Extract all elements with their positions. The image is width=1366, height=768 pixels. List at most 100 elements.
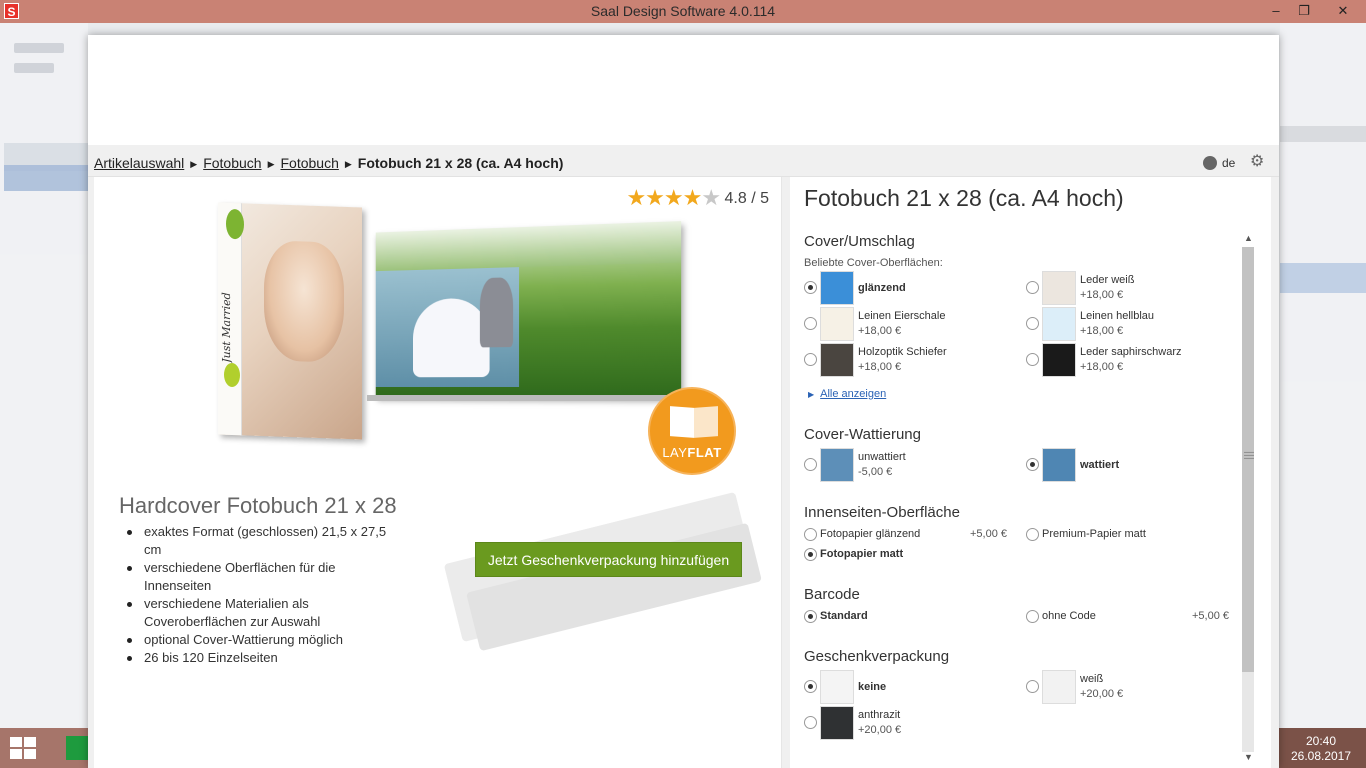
option-label: unwattiert <box>858 451 906 463</box>
breadcrumb-separator-icon: ▶ <box>190 159 198 169</box>
option-price: +5,00 € <box>970 528 1008 540</box>
cover-option-leder-weiss[interactable]: Leder weiß +18,00 € <box>1026 271 1236 305</box>
gift-option-weiss[interactable]: weiß +20,00 € <box>1026 670 1236 704</box>
desktop: S Saal Design Software 4.0.114 – ❐ ✕ 20:… <box>0 0 1366 768</box>
radio-button[interactable] <box>804 610 817 623</box>
close-button[interactable]: ✕ <box>1326 1 1360 21</box>
config-scroll-area: Cover/Umschlag Beliebte Cover-Oberfläche… <box>790 229 1250 768</box>
swatch <box>820 670 854 704</box>
radio-button[interactable] <box>1026 610 1039 623</box>
breadcrumb-separator-icon: ▶ <box>267 159 275 169</box>
background-left-pane <box>0 23 88 728</box>
breadcrumb-link-artikelauswahl[interactable]: Artikelauswahl <box>94 155 184 171</box>
breadcrumb-bar: Artikelauswahl ▶ Fotobuch ▶ Fotobuch ▶ Fotobuc… <box>88 145 1279 177</box>
option-label: weiß <box>1080 673 1104 685</box>
option-label: Fotopapier glänzend <box>820 528 921 540</box>
gift-option-keine[interactable]: keine <box>804 670 1014 704</box>
inner-option-premium-papier-matt[interactable]: Premium-Papier matt <box>1026 526 1226 544</box>
config-title: Fotobuch 21 x 28 (ca. A4 hoch) <box>804 185 1124 211</box>
radio-button[interactable] <box>804 281 817 294</box>
radio-button[interactable] <box>1026 458 1039 471</box>
globe-icon[interactable] <box>1203 156 1217 170</box>
radio-button[interactable] <box>804 528 817 541</box>
restore-button[interactable]: ❐ <box>1290 1 1318 21</box>
section-title-padding: Cover-Wattierung <box>804 426 921 443</box>
section-title-barcode: Barcode <box>804 586 860 603</box>
cover-option-glaenzend[interactable]: glänzend <box>804 271 1014 305</box>
gift-option-anthrazit[interactable]: anthrazit +20,00 € <box>804 706 1014 740</box>
radio-button[interactable] <box>804 716 817 729</box>
configuration-panel: Fotobuch 21 x 28 (ca. A4 hoch) Cover/Ums… <box>790 177 1271 768</box>
open-book-image <box>375 221 682 398</box>
barcode-option-standard[interactable]: Standard <box>804 608 1004 626</box>
cover-option-leinen-hellblau[interactable]: Leinen hellblau +18,00 € <box>1026 307 1236 341</box>
windows-start-icon[interactable] <box>10 737 38 761</box>
system-clock[interactable]: 20:40 26.08.2017 <box>1276 728 1366 768</box>
product-title: Hardcover Fotobuch 21 x 28 <box>119 493 397 518</box>
config-scrollbar[interactable]: ▲ — — — ▼ <box>1240 229 1256 768</box>
option-label: Leder saphirschwarz <box>1080 346 1182 358</box>
padding-option-wattiert[interactable]: wattiert <box>1026 448 1236 482</box>
radio-button[interactable] <box>804 458 817 471</box>
product-image: Just Married LAYFLAT <box>212 197 736 475</box>
minimize-button[interactable]: – <box>1262 1 1290 21</box>
swatch <box>820 343 854 377</box>
add-gift-wrap-button[interactable]: Jetzt Geschenkverpackung hinzufügen <box>475 542 742 577</box>
barcode-option-ohne-code[interactable]: ohne Code +5,00 € <box>1026 608 1232 626</box>
swatch <box>1042 343 1076 377</box>
option-price: +5,00 € <box>1192 610 1230 622</box>
section-subtitle-cover: Beliebte Cover-Oberflächen: <box>804 257 943 269</box>
cover-option-leder-saphirschwarz[interactable]: Leder saphirschwarz +18,00 € <box>1026 343 1236 377</box>
language-selector[interactable]: de <box>1222 156 1235 170</box>
radio-button[interactable] <box>804 317 817 330</box>
scroll-up-icon[interactable]: ▲ <box>1244 233 1253 243</box>
inner-option-fotopapier-glaenzend[interactable]: Fotopapier glänzend +5,00 € <box>804 526 1010 544</box>
option-price: -5,00 € <box>858 466 893 478</box>
section-title-inner: Innenseiten-Oberfläche <box>804 504 960 521</box>
breadcrumb-link-fotobuch[interactable]: Fotobuch <box>203 155 261 171</box>
scroll-down-icon[interactable]: ▼ <box>1244 752 1253 762</box>
section-title-gift: Geschenkverpackung <box>804 648 950 665</box>
gear-icon[interactable]: ⚙ <box>1250 154 1266 170</box>
option-price: +18,00 € <box>858 325 902 337</box>
option-label: Leinen hellblau <box>1080 310 1155 322</box>
product-preview-panel: ★★★★★ 4.8 / 5 Just Married LAYFLAT Hardc… <box>94 177 782 768</box>
radio-button[interactable] <box>1026 353 1039 366</box>
swatch <box>820 307 854 341</box>
option-price: +20,00 € <box>1080 688 1124 700</box>
padding-option-unwattiert[interactable]: unwattiert -5,00 € <box>804 448 1014 482</box>
radio-button[interactable] <box>804 548 817 561</box>
scroll-grip-icon: — — — <box>1244 447 1254 464</box>
window-title: Saal Design Software 4.0.114 <box>590 3 776 19</box>
radio-button[interactable] <box>804 680 817 693</box>
option-price: +18,00 € <box>1080 289 1124 301</box>
store-icon[interactable] <box>66 736 90 760</box>
option-label: Premium-Papier matt <box>1042 528 1146 540</box>
option-label: glänzend <box>858 282 906 294</box>
radio-button[interactable] <box>1026 317 1039 330</box>
feature-item: verschiedene Oberflächen für die Innense… <box>124 559 404 595</box>
radio-button[interactable] <box>1026 528 1039 541</box>
option-price: +20,00 € <box>858 724 902 736</box>
cover-option-holzoptik-schiefer[interactable]: Holzoptik Schiefer +18,00 € <box>804 343 1014 377</box>
cover-option-leinen-eierschale[interactable]: Leinen Eierschale +18,00 € <box>804 307 1014 341</box>
radio-button[interactable] <box>804 353 817 366</box>
swatch <box>1042 448 1076 482</box>
layflat-badge-light: LAY <box>662 445 688 460</box>
option-label: Fotopapier matt <box>820 548 904 560</box>
swatch <box>1042 271 1076 305</box>
expand-triangle-icon: ▶ <box>808 390 815 399</box>
option-price: +18,00 € <box>858 361 902 373</box>
swatch <box>820 706 854 740</box>
product-dialog: Artikelauswahl ▶ Fotobuch ▶ Fotobuch ▶ Fotobuc… <box>88 35 1279 768</box>
radio-button[interactable] <box>1026 281 1039 294</box>
option-label: Leinen Eierschale <box>858 310 946 322</box>
radio-button[interactable] <box>1026 680 1039 693</box>
rating-text: 4.8 / 5 <box>724 190 769 207</box>
show-all-link[interactable]: ▶ Alle anzeigen <box>808 388 886 400</box>
feature-item: 26 bis 120 Einzelseiten <box>124 649 404 667</box>
inner-option-fotopapier-matt[interactable]: Fotopapier matt <box>804 546 1004 564</box>
open-book-icon <box>670 406 718 441</box>
breadcrumb-link-fotobuch-sub[interactable]: Fotobuch <box>280 155 338 171</box>
cover-spine-text: Just Married <box>220 292 233 364</box>
